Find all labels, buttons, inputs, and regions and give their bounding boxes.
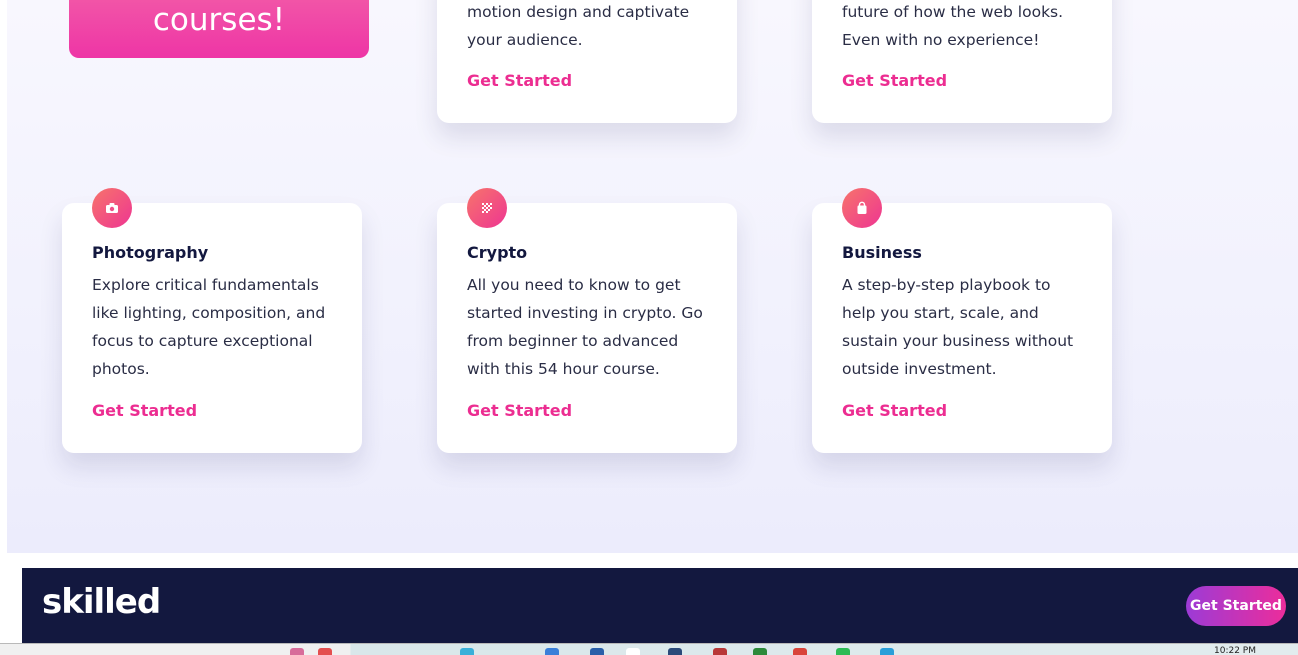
taskbar-app-icon[interactable] [836, 648, 850, 655]
taskbar-app-icon[interactable] [290, 648, 304, 655]
crypto-icon [467, 188, 507, 228]
cta-text: courses! [152, 2, 286, 38]
taskbar-app-icon[interactable] [590, 648, 604, 655]
card-title: Photography [92, 243, 209, 262]
course-card-photography: Photography Explore critical fundamental… [62, 188, 362, 453]
get-started-link[interactable]: Get Started [92, 401, 197, 420]
card-description: motion design and captivate your audienc… [467, 3, 690, 49]
skilled-logo[interactable]: skilled [42, 582, 161, 622]
taskbar-app-icon[interactable] [626, 648, 640, 655]
course-card-top-2: future of how the web looks. Even with n… [812, 0, 1112, 123]
taskbar-app-icon[interactable] [880, 648, 894, 655]
course-card-crypto: Crypto All you need to know to get start… [437, 188, 737, 453]
get-started-link[interactable]: Get Started [842, 71, 947, 90]
courses-cta-box[interactable]: courses! [69, 0, 369, 58]
card-description: future of how the web looks. Even with n… [842, 3, 1064, 49]
taskbar-clock[interactable]: 10:22 PM [1214, 646, 1256, 655]
course-card-business: Business A step-by-step playbook to help… [812, 188, 1112, 453]
taskbar-app-icon[interactable] [545, 648, 559, 655]
taskbar-app-icon[interactable] [753, 648, 767, 655]
site-footer: skilled Get Started [22, 568, 1298, 655]
get-started-link[interactable]: Get Started [467, 71, 572, 90]
card-title: Crypto [467, 243, 528, 262]
card-title: Business [842, 243, 922, 262]
card-description: All you need to know to get started inve… [467, 276, 703, 378]
taskbar-app-icon[interactable] [318, 648, 332, 655]
taskbar-app-icon[interactable] [668, 648, 682, 655]
shopping-bag-icon [842, 188, 882, 228]
taskbar-app-icon[interactable] [793, 648, 807, 655]
get-started-button[interactable]: Get Started [1186, 586, 1286, 626]
card-description: A step-by-step playbook to help you star… [842, 276, 1074, 378]
taskbar-app-icon[interactable] [713, 648, 727, 655]
get-started-link[interactable]: Get Started [467, 401, 572, 420]
courses-section: courses! motion design and captivate you… [7, 0, 1298, 553]
camera-icon [92, 188, 132, 228]
get-started-link[interactable]: Get Started [842, 401, 947, 420]
os-taskbar: 10:22 PM [0, 643, 1298, 655]
card-description: Explore critical fundamentals like light… [92, 276, 326, 378]
taskbar-app-icon[interactable] [460, 648, 474, 655]
course-card-top-1: motion design and captivate your audienc… [437, 0, 737, 123]
